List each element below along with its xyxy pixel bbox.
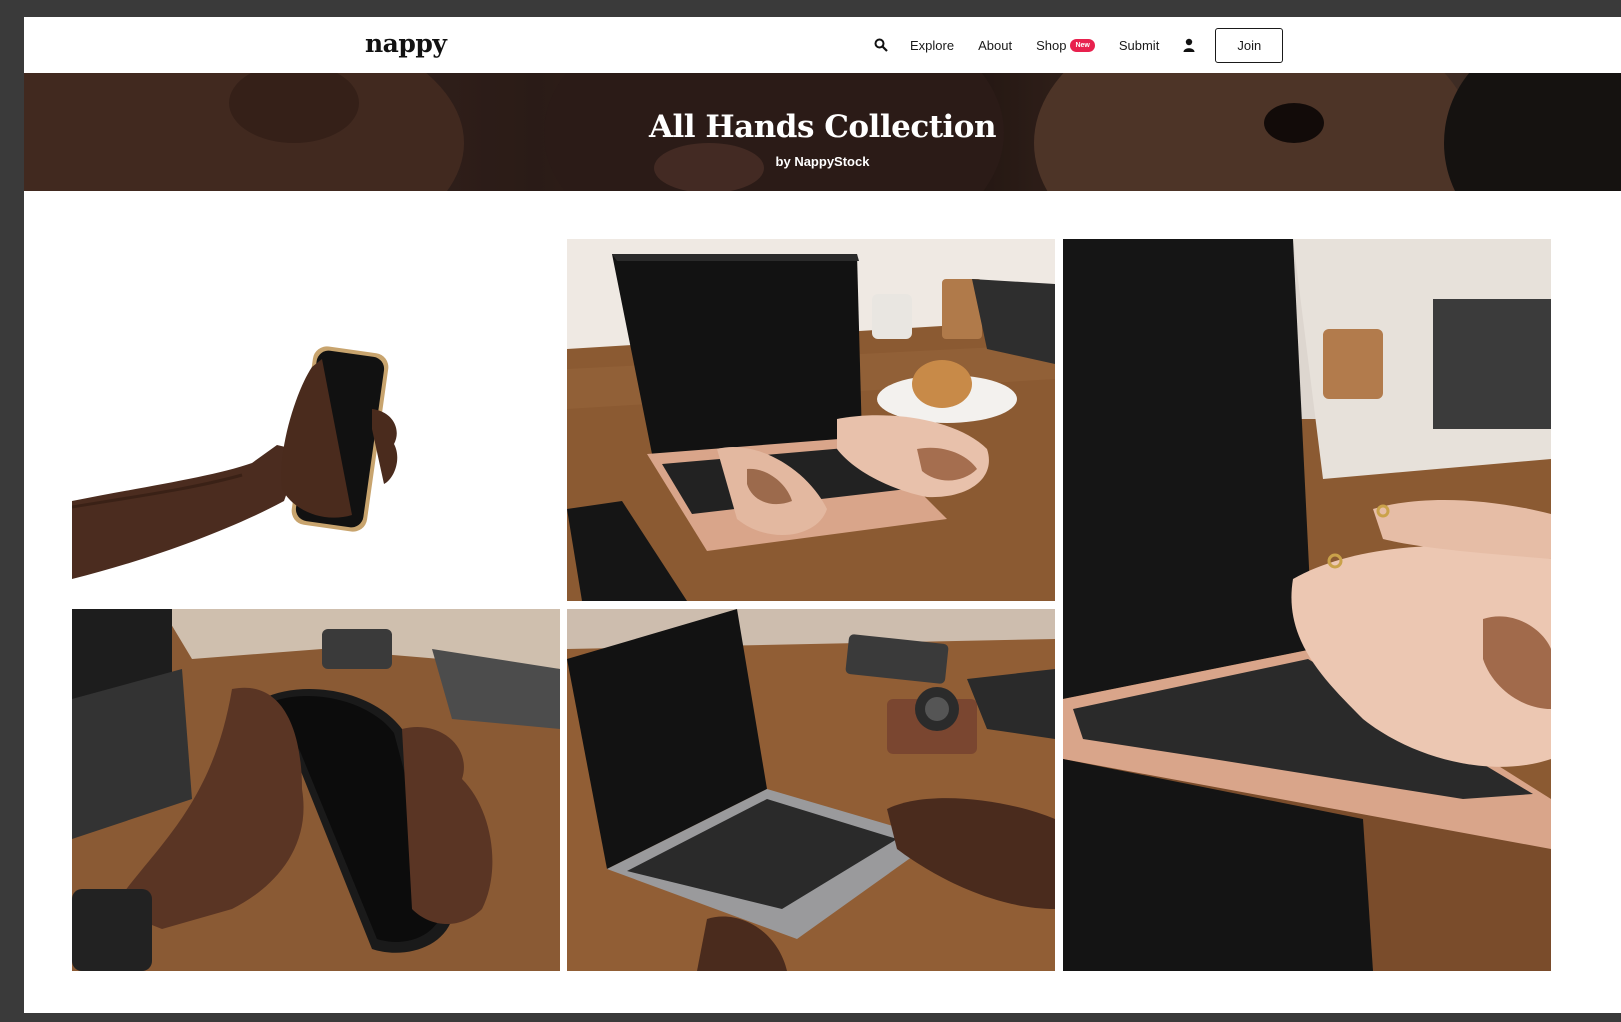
photo-typing-rose-laptop[interactable]	[567, 239, 1055, 601]
silver-laptop-illustration	[567, 609, 1055, 971]
nav-link-explore[interactable]: Explore	[910, 38, 954, 53]
collection-hero: All Hands Collection by NappyStock	[24, 73, 1621, 191]
user-icon[interactable]	[1183, 37, 1197, 53]
photo-closeup-typing-laptop[interactable]	[1063, 239, 1551, 971]
hand-phone-illustration	[72, 346, 398, 579]
new-badge: New	[1070, 38, 1095, 52]
join-button[interactable]: Join	[1215, 27, 1284, 63]
photo-hand-on-silver-laptop[interactable]	[567, 609, 1055, 971]
rose-laptop-illustration	[567, 239, 1055, 601]
nav-shop[interactable]: Shop New	[1036, 38, 1095, 53]
collection-author[interactable]: by NappyStock	[24, 154, 1621, 169]
nav-link-submit[interactable]: Submit	[1119, 38, 1159, 53]
search-icon[interactable]	[874, 37, 890, 53]
collection-title: All Hands Collection	[648, 109, 997, 145]
nav-link-shop[interactable]: Shop	[1036, 38, 1066, 53]
browser-window: nappy Explore About Shop New Submit Join	[24, 17, 1621, 1013]
top-navigation: nappy Explore About Shop New Submit Join	[24, 17, 1621, 75]
photo-hands-holding-phone-desk[interactable]	[72, 609, 560, 971]
phone-desk-illustration	[72, 609, 560, 971]
nav-items: Explore About Shop New Submit Join	[874, 27, 1284, 63]
nav-link-about[interactable]: About	[978, 38, 1012, 53]
closeup-laptop-illustration	[1063, 239, 1551, 971]
site-logo[interactable]: nappy	[365, 29, 447, 58]
photo-hand-holding-phone[interactable]	[72, 239, 560, 601]
